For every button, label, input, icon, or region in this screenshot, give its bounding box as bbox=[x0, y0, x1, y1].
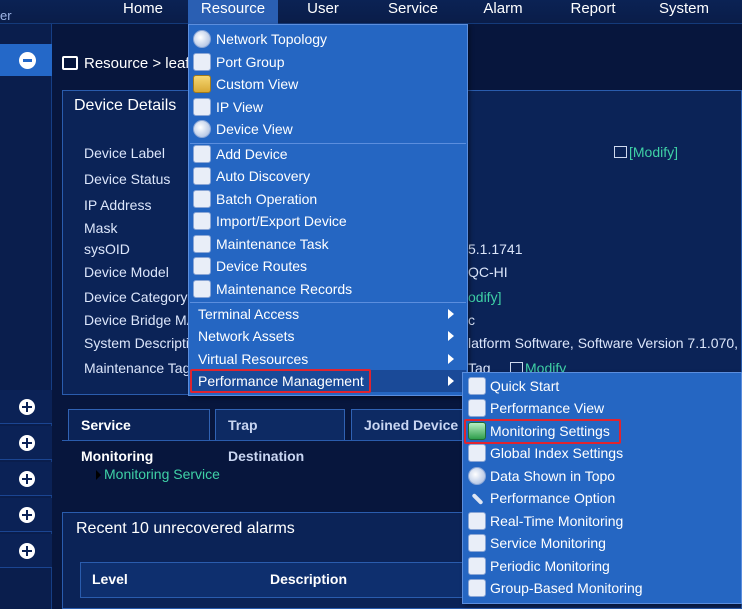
menu-item-quick-start[interactable]: Quick Start bbox=[464, 375, 740, 397]
label-maintenance-tag: Maintenance Tag bbox=[84, 360, 191, 376]
batch-operation-icon bbox=[193, 190, 211, 208]
tab-service-monitoring[interactable]: Service Monitoring bbox=[68, 409, 210, 464]
sidebar-row-1[interactable] bbox=[0, 390, 52, 424]
highlight-monitoring-settings bbox=[464, 419, 621, 444]
maintenance-records-icon bbox=[193, 280, 211, 298]
ip-view-icon bbox=[193, 98, 211, 116]
menu-item-device-routes[interactable]: Device Routes bbox=[190, 255, 466, 277]
menu-item-auto-discovery[interactable]: Auto Discovery bbox=[190, 165, 466, 187]
periodic-monitoring-icon bbox=[468, 557, 486, 575]
label-ip-address: IP Address bbox=[84, 197, 152, 213]
expand-icon[interactable] bbox=[19, 543, 35, 559]
add-device-icon bbox=[193, 145, 211, 163]
nav-resource[interactable]: Resource bbox=[188, 0, 278, 24]
menu-item-performance-option[interactable]: Performance Option bbox=[464, 487, 740, 509]
highlight-performance-management bbox=[190, 369, 371, 393]
sidebar-row-3[interactable] bbox=[0, 462, 52, 496]
submenu-arrow-icon bbox=[448, 376, 454, 386]
expand-icon[interactable] bbox=[19, 507, 35, 523]
nav-home[interactable]: Home bbox=[112, 0, 174, 24]
label-device-model: Device Model bbox=[84, 264, 169, 280]
menu-item-import-export-device[interactable]: Import/Export Device bbox=[190, 210, 466, 232]
menu-item-group-based-monitoring[interactable]: Group-Based Monitoring bbox=[464, 577, 740, 599]
menu-item-device-view[interactable]: Device View bbox=[190, 118, 466, 140]
network-topology-icon bbox=[193, 30, 211, 48]
menu-item-ip-view[interactable]: IP View bbox=[190, 96, 466, 118]
menu-item-terminal-access[interactable]: Terminal Access bbox=[190, 303, 466, 325]
expand-icon[interactable] bbox=[19, 435, 35, 451]
menu-item-maintenance-task[interactable]: Maintenance Task bbox=[190, 233, 466, 255]
expand-icon[interactable] bbox=[19, 471, 35, 487]
brand-fragment: er bbox=[0, 8, 12, 23]
device-routes-icon bbox=[193, 257, 211, 275]
menu-item-network-topology[interactable]: Network Topology bbox=[190, 28, 466, 50]
wrench-icon bbox=[468, 489, 486, 507]
service-monitoring-icon bbox=[468, 534, 486, 552]
nav-user[interactable]: User bbox=[296, 0, 350, 24]
nav-alarm[interactable]: Alarm bbox=[478, 0, 528, 24]
realtime-monitoring-icon bbox=[468, 512, 486, 530]
breadcrumb: Resource > leaf( bbox=[84, 55, 195, 72]
topo-data-icon bbox=[468, 467, 486, 485]
maintenance-task-icon bbox=[193, 235, 211, 253]
menu-item-data-shown-in-topo[interactable]: Data Shown in Topo bbox=[464, 465, 740, 487]
tab-joined-device-group[interactable]: Joined Device G bbox=[351, 409, 471, 440]
column-description[interactable]: Description bbox=[270, 571, 347, 587]
expand-icon[interactable] bbox=[19, 399, 35, 415]
submenu-arrow-icon bbox=[448, 354, 454, 364]
home-icon bbox=[468, 377, 486, 395]
menu-item-performance-view[interactable]: Performance View bbox=[464, 397, 740, 419]
group-monitoring-icon bbox=[468, 579, 486, 597]
menu-item-service-monitoring[interactable]: Service Monitoring bbox=[464, 532, 740, 554]
nav-system[interactable]: System bbox=[656, 0, 712, 24]
monitoring-service-link[interactable]: Monitoring Service bbox=[104, 466, 220, 482]
menu-item-add-device[interactable]: Add Device bbox=[190, 143, 466, 165]
menu-item-real-time-monitoring[interactable]: Real-Time Monitoring bbox=[464, 510, 740, 532]
port-group-icon bbox=[193, 53, 211, 71]
nav-report[interactable]: Report bbox=[564, 0, 622, 24]
device-view-icon bbox=[193, 120, 211, 138]
label-device-category: Device Category bbox=[84, 289, 188, 305]
performance-view-icon bbox=[468, 399, 486, 417]
auto-discovery-icon bbox=[193, 167, 211, 185]
global-index-icon bbox=[468, 444, 486, 462]
menu-item-global-index-settings[interactable]: Global Index Settings bbox=[464, 442, 740, 464]
device-details-title: Device Details bbox=[74, 97, 177, 114]
import-export-icon bbox=[193, 212, 211, 230]
modify-category-link[interactable]: odify] bbox=[468, 289, 501, 305]
label-sysoid: sysOID bbox=[84, 241, 130, 257]
nav-service[interactable]: Service bbox=[380, 0, 446, 24]
submenu-arrow-icon bbox=[448, 331, 454, 341]
label-device-label: Device Label bbox=[84, 145, 165, 161]
column-level[interactable]: Level bbox=[92, 571, 128, 587]
menu-item-virtual-resources[interactable]: Virtual Resources bbox=[190, 348, 466, 370]
menu-item-maintenance-records[interactable]: Maintenance Records bbox=[190, 278, 466, 300]
menu-item-periodic-monitoring[interactable]: Periodic Monitoring bbox=[464, 555, 740, 577]
tab-trap-destination[interactable]: Trap Destination bbox=[215, 409, 345, 464]
alarms-title: Recent 10 unrecovered alarms bbox=[76, 520, 295, 537]
custom-view-icon bbox=[193, 75, 211, 93]
label-device-status: Device Status bbox=[84, 171, 171, 187]
system-description-value: latform Software, Software Version 7.1.0… bbox=[468, 335, 742, 351]
menu-item-batch-operation[interactable]: Batch Operation bbox=[190, 188, 466, 210]
breadcrumb-icon bbox=[62, 56, 78, 70]
label-device-bridge-mac: Device Bridge MA bbox=[84, 312, 197, 328]
label-system-description: System Descriptio bbox=[84, 335, 197, 351]
menu-item-network-assets[interactable]: Network Assets bbox=[190, 325, 466, 347]
collapse-icon[interactable] bbox=[19, 52, 36, 69]
bridge-mac-value: c bbox=[468, 312, 475, 328]
submenu-arrow-icon bbox=[448, 309, 454, 319]
label-mask: Mask bbox=[84, 220, 118, 236]
sidebar-row-5[interactable] bbox=[0, 534, 52, 568]
expand-arrow-icon[interactable] bbox=[96, 470, 101, 480]
menu-item-port-group[interactable]: Port Group bbox=[190, 51, 466, 73]
modify-label-link[interactable]: [Modify] bbox=[614, 144, 678, 160]
sysoid-value: 5.1.1741 bbox=[468, 241, 523, 257]
menu-item-custom-view[interactable]: Custom View bbox=[190, 73, 466, 95]
sidebar-row-4[interactable] bbox=[0, 498, 52, 532]
sidebar-row-2[interactable] bbox=[0, 426, 52, 460]
edit-icon bbox=[614, 146, 627, 158]
device-model-value: QC-HI bbox=[468, 264, 508, 280]
